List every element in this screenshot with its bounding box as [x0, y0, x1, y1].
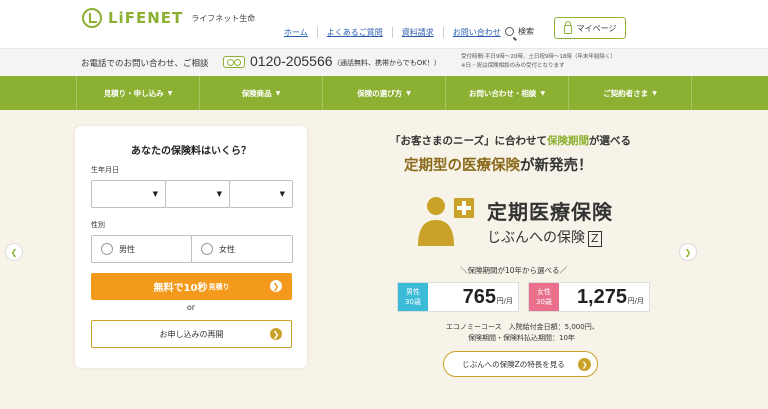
- dropdown-arrow-icon: ▼: [152, 190, 158, 198]
- product-subtitle: じぶんへの保険 Z: [487, 227, 602, 247]
- freedial-icon: [223, 56, 245, 68]
- birth-day-select[interactable]: ▼: [229, 180, 293, 208]
- mypage-button[interactable]: マイページ: [554, 17, 626, 39]
- hours-line-1: 受付時間:平日9時〜20時、土日祝9時〜18時（年末年始除く）: [461, 54, 616, 60]
- promo-line2-pre: 定期型: [404, 158, 448, 174]
- logo-mark-icon: [82, 8, 102, 28]
- quote-main-label: 無料で10秒: [153, 283, 208, 294]
- male-price: 765: [462, 286, 496, 308]
- phone-number[interactable]: 0120-205566: [250, 53, 333, 69]
- promo-line2-post: が新発売！: [520, 158, 593, 174]
- gender-label: 性別: [91, 221, 105, 229]
- lock-icon: [563, 20, 572, 34]
- chevron-down-icon: ▼: [540, 89, 546, 97]
- medical-person-icon: [418, 197, 474, 246]
- econ-line-1: エコノミーコース 入院給付金日額：5,000円、: [446, 323, 599, 331]
- nav-products[interactable]: 保険商品 ▼: [199, 76, 322, 110]
- promo-line2-mid: の医療保険: [447, 158, 521, 174]
- top-nav: ホーム よくあるご質問 資料請求 お問い合わせ: [275, 27, 510, 38]
- phone-lead-text: お電話でのお問い合わせ、ご相談: [81, 59, 209, 69]
- resume-label: お申し込みの再開: [159, 329, 224, 339]
- feature-btn-label: じぶんへの保険Zの特長を見る: [462, 359, 565, 369]
- radio-button[interactable]: [201, 243, 213, 255]
- nav-label: ご契約者さま: [603, 88, 649, 98]
- nav-policyholders[interactable]: ご契約者さま ▼: [568, 76, 692, 110]
- nav-quote-apply[interactable]: 見積り・申し込み ▼: [76, 76, 199, 110]
- chevron-down-icon: ▼: [652, 89, 657, 97]
- female-label: 女性: [219, 244, 235, 254]
- logo-text: LiFENET: [108, 9, 184, 27]
- nav-label: お問い合わせ・相談: [468, 88, 537, 98]
- arrow-right-icon: ❯: [578, 358, 591, 371]
- chevron-down-icon: ▼: [406, 89, 411, 97]
- promo-headline-2: 定期型の医療保険が新発売！: [404, 154, 593, 175]
- topnav-home[interactable]: ホーム: [275, 27, 318, 38]
- birth-year-select[interactable]: ▼: [91, 180, 166, 208]
- carousel-next-button[interactable]: ❯: [679, 243, 697, 261]
- chevron-right-icon: ❯: [684, 247, 692, 257]
- topnav-faq[interactable]: よくあるご質問: [318, 27, 393, 38]
- arrow-right-icon: ❯: [270, 328, 282, 340]
- arrow-right-icon: ❯: [270, 280, 282, 292]
- nav-label: 保険の選び方: [357, 88, 403, 98]
- promo-line1-post: が選べる: [588, 135, 631, 147]
- promo-headline-1: 「お客さまのニーズ」に合わせて保険期間が選べる: [390, 133, 631, 148]
- dropdown-arrow-icon: ▼: [216, 190, 222, 198]
- main-nav: 見積り・申し込み ▼ 保険商品 ▼ 保険の選び方 ▼ お問い合わせ・相談 ▼ ご契約者さ…: [0, 76, 768, 110]
- male-label: 男性: [119, 244, 135, 254]
- or-divider: or: [186, 303, 196, 312]
- female-price: 1,275: [576, 286, 627, 308]
- free-quote-button[interactable]: 無料で10秒 見積り ❯: [91, 273, 292, 300]
- search-icon: [505, 27, 514, 36]
- female-tag: 女性 30歳: [529, 283, 559, 311]
- radio-button[interactable]: [101, 243, 113, 255]
- chevron-down-icon: ▼: [167, 89, 173, 97]
- form-title: あなたの保険料はいくら？: [131, 146, 251, 157]
- female-price-box: 女性 30歳 1,275 円/月: [528, 282, 650, 312]
- econ-line-2: 保険期間・保険料払込期間：10年: [468, 334, 575, 342]
- economy-course-note: エコノミーコース 入院給付金日額：5,000円、 保険期間・保険料払込期間：10…: [446, 322, 599, 344]
- product-z-badge: Z: [588, 231, 602, 247]
- product-features-button[interactable]: じぶんへの保険Zの特長を見る ❯: [443, 351, 598, 377]
- nav-contact-consult[interactable]: お問い合わせ・相談 ▼: [445, 76, 568, 110]
- birth-month-select[interactable]: ▼: [165, 180, 230, 208]
- logo[interactable]: LiFENET ライフネット生命: [82, 8, 255, 28]
- nav-how-to-choose[interactable]: 保険の選び方 ▼: [322, 76, 445, 110]
- topnav-contact[interactable]: お問い合わせ: [444, 27, 510, 38]
- male-price-box: 男性 30歳 765 円/月: [397, 282, 519, 312]
- gender-male-option[interactable]: 男性: [91, 235, 192, 263]
- gender-female-option[interactable]: 女性: [191, 235, 293, 263]
- period-note: ＼保険期間が10年から選べる／: [460, 266, 568, 275]
- mypage-label: マイページ: [576, 23, 617, 33]
- carousel-prev-button[interactable]: ❮: [5, 243, 23, 261]
- dropdown-arrow-icon: ▼: [279, 190, 285, 198]
- price-unit: 円/月: [627, 297, 644, 305]
- site-header: LiFENET ライフネット生命 ホーム よくあるご質問 資料請求 お問い合わせ…: [0, 0, 768, 48]
- birthdate-label: 生年月日: [91, 166, 119, 174]
- phone-bar: お電話でのお問い合わせ、ご相談 0120-205566 （通話無料、携帯からでも…: [0, 48, 768, 76]
- logo-subtitle: ライフネット生命: [191, 13, 256, 23]
- phone-hours: 受付時間:平日9時〜20時、土日祝9時〜18時（年末年始除く） ※日・祝は保険相…: [461, 53, 616, 71]
- quote-small-label: 見積り: [208, 282, 230, 291]
- nav-label: 保険商品: [241, 88, 272, 98]
- chevron-down-icon: ▼: [275, 89, 281, 97]
- hours-line-2: ※日・祝は保険相談のみの受付となります: [461, 63, 565, 69]
- search-label: 検索: [518, 27, 534, 36]
- topnav-brochure[interactable]: 資料請求: [393, 27, 444, 38]
- promo-line1-pre: 「お客さまのニーズ」に合わせて: [390, 135, 547, 147]
- chevron-left-icon: ❮: [10, 247, 18, 257]
- product-sub-text: じぶんへの保険: [487, 230, 585, 246]
- product-title: 定期医療保険: [487, 200, 613, 224]
- resume-application-button[interactable]: お申し込みの再開 ❯: [91, 320, 292, 348]
- promo-line1-highlight: 保険期間: [546, 135, 589, 147]
- phone-note: （通話無料、携帯からでもOK！）: [333, 59, 441, 67]
- male-tag: 男性 30歳: [398, 283, 428, 311]
- price-unit: 円/月: [496, 297, 513, 305]
- nav-label: 見積り・申し込み: [103, 88, 164, 98]
- search-link[interactable]: 検索: [505, 26, 534, 37]
